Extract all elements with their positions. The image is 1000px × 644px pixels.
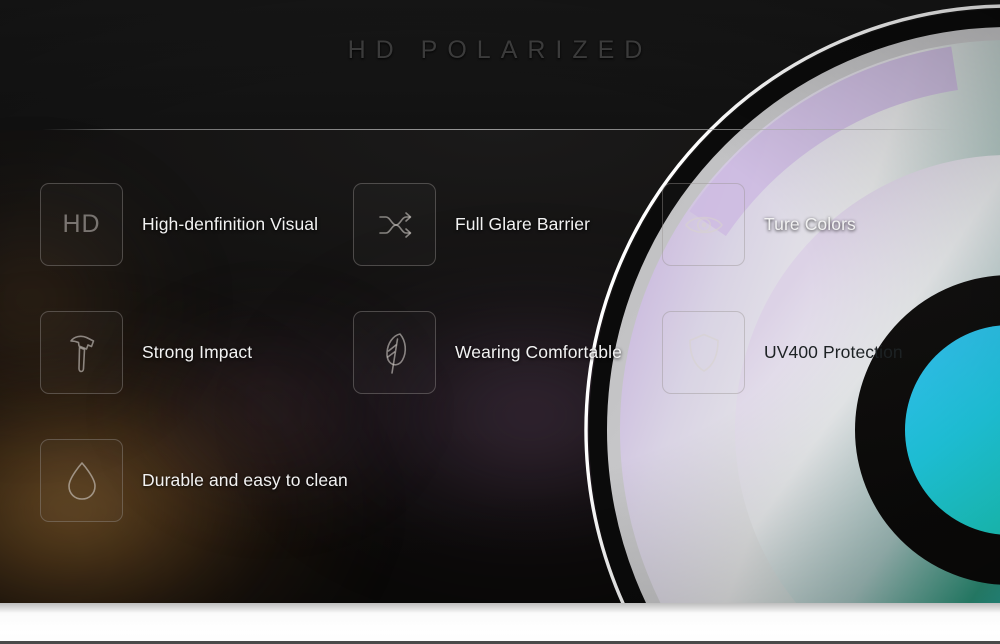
feature-list: HD High-denfinition Visual Full Glare Ba…: [40, 183, 960, 567]
feature-item-full-glare-barrier: Full Glare Barrier: [353, 183, 590, 266]
feature-item-wearing-comfortable: Wearing Comfortable: [353, 311, 622, 394]
feature-label: Durable and easy to clean: [142, 470, 348, 490]
feature-label: Full Glare Barrier: [455, 214, 591, 234]
feature-item-uv400-protection: UV400 Protection: [662, 311, 903, 394]
feature-row: HD High-denfinition Visual Full Glare Ba…: [40, 183, 960, 311]
feature-item-true-colors: Ture Colors: [662, 183, 856, 266]
feature-label: High-denfinition Visual: [142, 214, 319, 234]
eye-icon: [662, 183, 745, 266]
feature-label: Strong Impact: [142, 342, 253, 362]
hammer-icon: [40, 311, 123, 394]
feature-row: Strong Impact Wearing Comfortable UV400 …: [40, 311, 960, 439]
page-title: HD POLARIZED: [347, 36, 653, 64]
water-droplet-icon: [40, 439, 123, 522]
feature-label: Wearing Comfortable: [455, 342, 622, 362]
feature-label: UV400 Protection: [764, 342, 903, 362]
feather-icon: [353, 311, 436, 394]
feature-item-durable-easy-clean: Durable and easy to clean: [40, 439, 348, 522]
hd-text-icon: HD: [40, 183, 123, 266]
shuffle-arrows-icon: [353, 183, 436, 266]
feature-item-high-definition-visual: HD High-denfinition Visual: [40, 183, 318, 266]
shield-icon: [662, 311, 745, 394]
product-feature-banner: HD POLARIZED HD High-denfinition Visual: [0, 0, 1000, 644]
feature-item-strong-impact: Strong Impact: [40, 311, 252, 394]
header-divider: [42, 129, 956, 130]
bottom-white-strip: [0, 603, 1000, 644]
feature-label: Ture Colors: [764, 214, 856, 234]
hd-icon-label: HD: [62, 210, 101, 238]
feature-row: Durable and easy to clean: [40, 439, 960, 567]
